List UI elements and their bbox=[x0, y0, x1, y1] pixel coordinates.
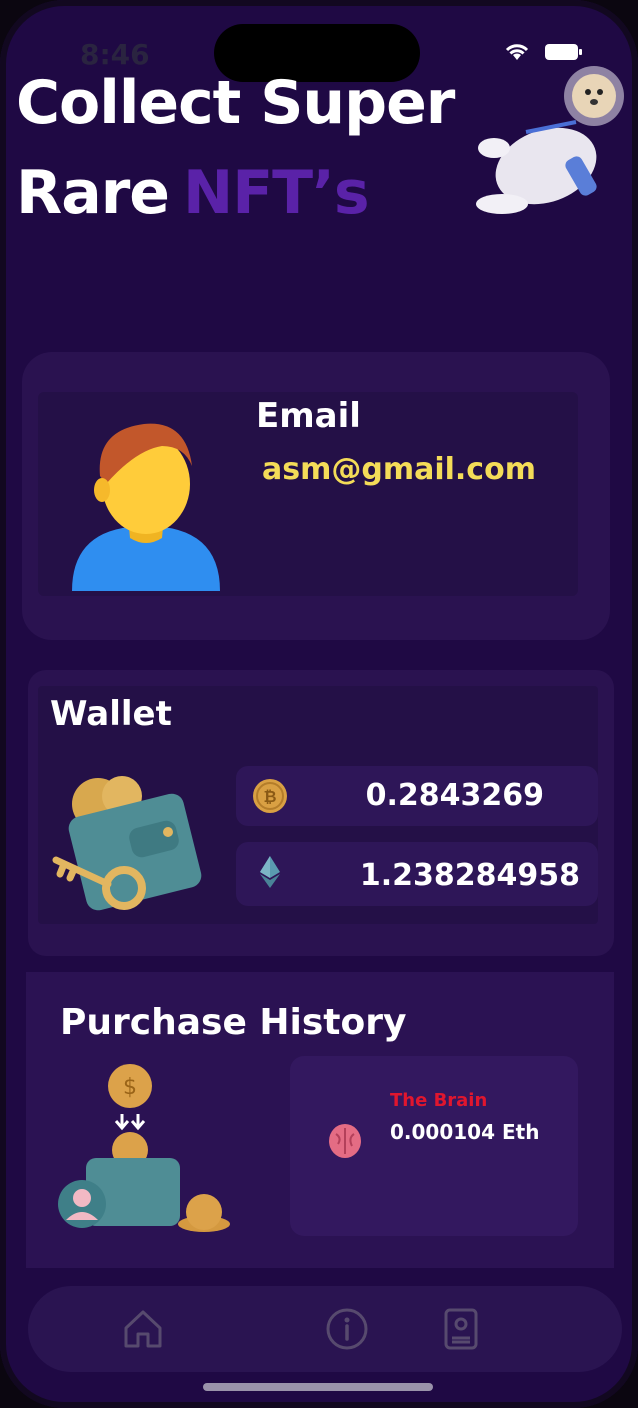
title-line-2: Rare bbox=[16, 158, 170, 228]
title-accent: NFT’s bbox=[182, 158, 370, 228]
email-label: Email bbox=[256, 396, 361, 436]
wallet-illustration bbox=[52, 776, 202, 911]
info-icon[interactable] bbox=[324, 1306, 370, 1352]
astronaut-dog-illustration bbox=[476, 66, 624, 214]
svg-text:₿: ₿ bbox=[263, 787, 276, 806]
email-value: asm@gmail.com bbox=[262, 452, 536, 487]
title-line-1: Collect Super bbox=[16, 68, 455, 138]
bitcoin-icon: ₿ bbox=[253, 779, 287, 813]
brain-icon bbox=[329, 1124, 361, 1158]
purchase-item-price: 0.000104 Eth bbox=[390, 1120, 540, 1144]
page-title: Collect Super Rare NFT’s bbox=[16, 58, 455, 238]
profile-card: Email asm@gmail.com bbox=[22, 352, 610, 640]
purchase-history-card: Purchase History $ The Brain 0.000104 Et… bbox=[26, 972, 614, 1268]
home-icon[interactable] bbox=[120, 1306, 166, 1352]
svg-text:$: $ bbox=[123, 1075, 137, 1100]
ethereum-balance-row: 1.238284958 bbox=[236, 842, 598, 906]
home-indicator[interactable] bbox=[203, 1383, 433, 1391]
ethereum-balance: 1.238284958 bbox=[359, 858, 580, 893]
bitcoin-balance-row: ₿ 0.2843269 bbox=[236, 766, 598, 826]
wallet-title: Wallet bbox=[50, 694, 172, 734]
purchase-history-illustration: $ bbox=[58, 1064, 230, 1232]
purchase-item-name: The Brain bbox=[390, 1090, 488, 1111]
profile-book-icon[interactable] bbox=[438, 1306, 484, 1352]
app-screen: 8:46 Collect Super Rare NFT’s Email asm@… bbox=[0, 0, 638, 1408]
tab-bar bbox=[28, 1286, 622, 1372]
bitcoin-balance: 0.2843269 bbox=[365, 778, 544, 813]
purchase-history-title: Purchase History bbox=[60, 1002, 407, 1043]
wallet-card: Wallet ₿ 0.2843269 1.238284958 bbox=[28, 670, 614, 956]
purchase-item[interactable]: The Brain 0.000104 Eth bbox=[290, 1056, 578, 1236]
ethereum-icon bbox=[260, 856, 280, 888]
user-avatar bbox=[72, 423, 220, 591]
